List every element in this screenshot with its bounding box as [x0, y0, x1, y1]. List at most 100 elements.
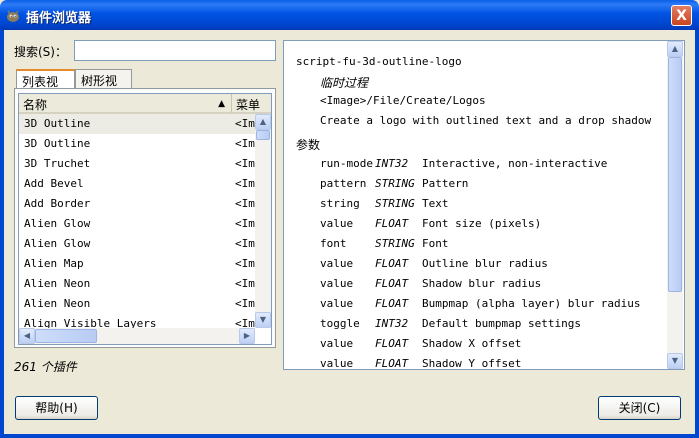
plugin-count: 261 个插件 — [14, 360, 77, 374]
procedure-blurb: Create a logo with outlined text and a d… — [320, 114, 652, 127]
window-close-button[interactable]: X — [671, 5, 692, 26]
params-heading: 参数 — [296, 138, 321, 152]
row-menu: <Im — [235, 117, 255, 130]
param-type: FLOAT — [375, 337, 409, 350]
scroll-up-icon[interactable]: ▲ — [667, 41, 683, 57]
list-hscroll-thumb[interactable] — [35, 329, 97, 343]
list-rows: 3D Outline <Im 3D Outline <Im 3D Truchet… — [19, 114, 255, 328]
row-name: 3D Outline — [24, 137, 91, 150]
row-name: Add Border — [24, 197, 91, 210]
window-frame-left — [0, 30, 4, 438]
search-label: 搜索(S)： — [14, 45, 67, 59]
param-name: value — [320, 217, 354, 230]
column-header-label: 菜单 — [236, 98, 261, 112]
param-name: value — [320, 297, 354, 310]
close-button[interactable]: 关闭(C) — [598, 396, 681, 420]
procedure-details-panel: script-fu-3d-outline-logo 临时过程 <Image>/F… — [283, 40, 685, 370]
param-type: FLOAT — [375, 277, 409, 290]
row-menu: <Im — [235, 297, 255, 310]
scroll-left-icon[interactable]: ◀ — [19, 328, 35, 344]
row-menu: <Im — [235, 137, 255, 150]
param-description: Font — [422, 237, 449, 250]
procedure-name: script-fu-3d-outline-logo — [296, 55, 462, 68]
plugin-list[interactable]: 名称 ▲ 菜单 3D Outline <Im 3D Outline <Im 3D… — [18, 93, 272, 345]
sort-ascending-icon: ▲ — [218, 99, 225, 109]
row-menu: <Im — [235, 317, 255, 328]
row-name: Alien Neon — [24, 297, 91, 310]
column-header-label: 名称 — [23, 98, 48, 112]
close-icon: X — [676, 8, 687, 24]
param-description: Shadow X offset — [422, 337, 522, 350]
window-title: 插件浏览器 — [26, 11, 92, 26]
window-frame-right — [695, 30, 699, 438]
param-description: Outline blur radius — [422, 257, 548, 270]
row-menu: <Im — [235, 257, 255, 270]
param-type: FLOAT — [375, 257, 409, 270]
details-vertical-scrollbar[interactable]: ▲ ▼ — [667, 41, 683, 369]
param-description: Font size (pixels) — [422, 217, 542, 230]
list-item[interactable]: 3D Outline <Im — [19, 134, 255, 154]
param-name: string — [320, 197, 360, 210]
list-item[interactable]: 3D Outline <Im — [19, 114, 255, 134]
param-name: value — [320, 357, 354, 370]
row-name: Alien Map — [24, 257, 84, 270]
list-item[interactable]: Add Border <Im — [19, 194, 255, 214]
list-item[interactable]: Alien Map <Im — [19, 254, 255, 274]
list-horizontal-scrollbar[interactable]: ◀ ▶ — [19, 328, 255, 344]
param-description: Pattern — [422, 177, 469, 190]
row-name: Align Visible Layers — [24, 317, 157, 328]
column-header-menu[interactable]: 菜单 — [232, 94, 271, 114]
list-item[interactable]: 3D Truchet <Im — [19, 154, 255, 174]
param-type: INT32 — [375, 157, 409, 170]
column-header-name[interactable]: 名称 ▲ — [19, 94, 232, 114]
param-type: STRING — [375, 237, 415, 250]
list-item[interactable]: Align Visible Layers <Im — [19, 314, 255, 328]
param-name: value — [320, 257, 354, 270]
gimp-app-icon — [7, 10, 19, 22]
scroll-down-icon[interactable]: ▼ — [255, 312, 271, 328]
row-name: 3D Truchet — [24, 157, 91, 170]
param-type: STRING — [375, 197, 415, 210]
list-item[interactable]: Alien Neon <Im — [19, 274, 255, 294]
param-type: FLOAT — [375, 217, 409, 230]
list-item[interactable]: Alien Glow <Im — [19, 214, 255, 234]
param-type: FLOAT — [375, 357, 409, 370]
param-name: value — [320, 337, 354, 350]
param-description: Bumpmap (alpha layer) blur radius — [422, 297, 641, 310]
row-name: Alien Glow — [24, 237, 91, 250]
param-type: FLOAT — [375, 297, 409, 310]
row-menu: <Im — [235, 177, 255, 190]
param-name: pattern — [320, 177, 367, 190]
row-menu: <Im — [235, 197, 255, 210]
scroll-right-icon[interactable]: ▶ — [239, 328, 255, 344]
window-frame-bottom — [0, 434, 699, 438]
list-scroll-thumb[interactable] — [256, 130, 270, 140]
procedure-menu-path: <Image>/File/Create/Logos — [320, 94, 486, 107]
tab-list-view[interactable]: 列表视图 — [16, 69, 75, 106]
tab-tree-view[interactable]: 树形视图 — [75, 69, 132, 105]
param-name: toggle — [320, 317, 360, 330]
list-item[interactable]: Alien Glow <Im — [19, 234, 255, 254]
title-bar: 插件浏览器 X — [0, 0, 699, 30]
list-item[interactable]: Add Bevel <Im — [19, 174, 255, 194]
procedure-type: 临时过程 — [320, 76, 369, 90]
param-description: Shadow blur radius — [422, 277, 542, 290]
param-description: Shadow Y offset — [422, 357, 522, 370]
list-vertical-scrollbar[interactable]: ▲ ▼ — [255, 114, 271, 328]
scroll-down-icon[interactable]: ▼ — [667, 353, 683, 369]
details-scroll-thumb[interactable] — [668, 57, 682, 292]
help-button[interactable]: 帮助(H) — [15, 396, 98, 420]
param-description: Text — [422, 197, 449, 210]
row-menu: <Im — [235, 157, 255, 170]
param-name: value — [320, 277, 354, 290]
row-name: Alien Neon — [24, 277, 91, 290]
param-type: STRING — [375, 177, 415, 190]
param-description: Default bumpmap settings — [422, 317, 581, 330]
search-input[interactable] — [74, 40, 276, 61]
row-name: Add Bevel — [24, 177, 84, 190]
row-name: 3D Outline — [24, 117, 91, 130]
scroll-up-icon[interactable]: ▲ — [255, 114, 271, 130]
help-button-label: 帮助(H) — [35, 401, 78, 415]
param-type: INT32 — [375, 317, 409, 330]
list-item[interactable]: Alien Neon <Im — [19, 294, 255, 314]
